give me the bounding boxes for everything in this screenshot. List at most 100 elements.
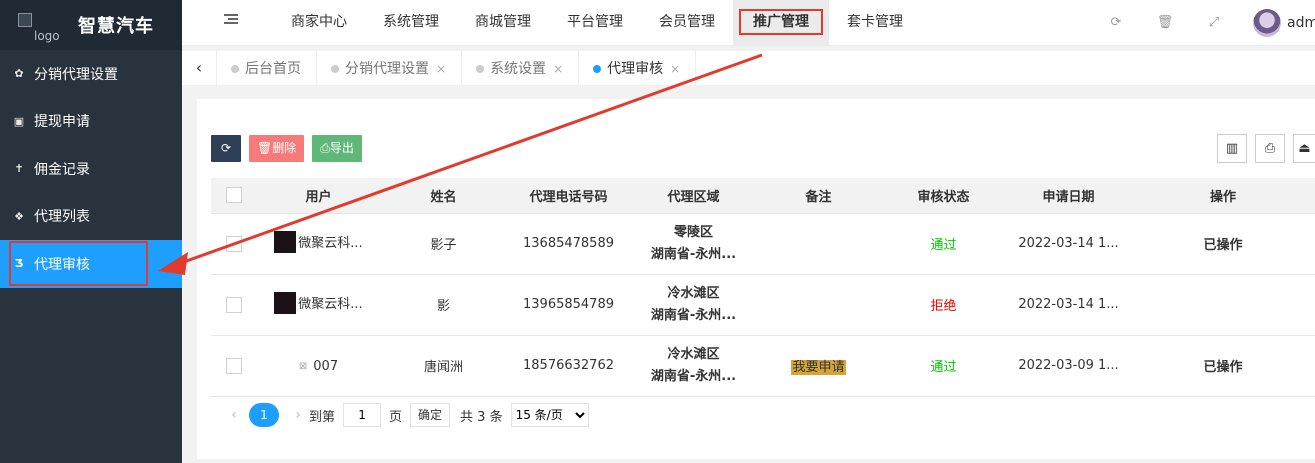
- user-cell: ⊠ 007: [256, 335, 381, 397]
- close-icon[interactable]: ×: [553, 52, 563, 86]
- tab-home[interactable]: 后台首页: [217, 51, 317, 86]
- tab-distribution-settings[interactable]: 分销代理设置 ×: [317, 51, 463, 86]
- page-size-select[interactable]: 15 条/页: [510, 403, 589, 427]
- menu-toggle-icon[interactable]: [224, 14, 238, 26]
- remark-cell: [756, 213, 881, 275]
- region-district: 零陵区: [673, 224, 713, 240]
- print-icon[interactable]: ⎙: [1255, 134, 1285, 163]
- tab-agent-review[interactable]: 代理审核 ×: [579, 51, 697, 86]
- sidebar-menu: ✿ 分销代理设置 ▣ 提现申请 ✝ 佣金记录 ❖ 代理列表 Ʒ 代理审核: [0, 50, 182, 288]
- trash-icon[interactable]: 🗑: [1155, 13, 1175, 33]
- next-page-icon[interactable]: ›: [287, 407, 309, 423]
- remark-cell: [756, 274, 881, 336]
- row-checkbox[interactable]: [225, 296, 242, 313]
- user-avatar: [274, 230, 297, 253]
- logo-image: logo: [18, 9, 68, 43]
- region-province: 湖南省-永州...: [650, 307, 737, 323]
- tab-system-settings[interactable]: 系统设置 ×: [462, 51, 580, 86]
- page-tabs: ‹ 后台首页 分销代理设置 × 系统设置 × 代理审核 ×: [182, 51, 1315, 86]
- avatar[interactable]: [1253, 9, 1281, 37]
- broken-image-icon: ⊠: [298, 360, 308, 372]
- user-cell: 微聚云科...: [256, 274, 381, 336]
- sidebar-item-label: 提现申请: [34, 114, 90, 131]
- table-row: 微聚云科... 影 13965854789 冷水滩区 湖南省-永州... 拒绝 2…: [211, 274, 1315, 336]
- tabs-prev-button[interactable]: ‹: [182, 51, 217, 86]
- nav-member-management[interactable]: 会员管理: [641, 0, 733, 46]
- operation-cell: [1131, 274, 1315, 336]
- region-cell: 冷水滩区湖南省-永州...: [631, 274, 756, 336]
- username[interactable]: admin: [1287, 15, 1315, 31]
- region-district: 冷水滩区: [667, 285, 720, 301]
- brand-title: 智慧汽车: [78, 16, 154, 37]
- sidebar-item-withdraw[interactable]: ▣ 提现申请: [0, 98, 182, 146]
- date-cell: 2022-03-14 1...: [1006, 274, 1131, 336]
- close-icon[interactable]: ×: [436, 52, 446, 86]
- remark-cell: 我要申请: [756, 335, 881, 397]
- phone-cell: 18576632762: [506, 335, 631, 397]
- nav-card-management[interactable]: 套卡管理: [829, 0, 921, 46]
- columns-icon[interactable]: ▥: [1217, 134, 1247, 163]
- users-icon: ❖: [14, 209, 24, 223]
- content-card: ⟳ 🗑删除 ⎙导出 ▥ ⎙ ⏏ 用户 姓名 代理电话号码 代理区域 备注 审核状…: [197, 99, 1315, 459]
- refresh-icon[interactable]: ⟳: [1106, 13, 1126, 33]
- sidebar-item-distribution-settings[interactable]: ✿ 分销代理设置: [0, 50, 182, 98]
- select-all-checkbox[interactable]: [225, 187, 242, 204]
- user-cell: 微聚云科...: [256, 213, 381, 275]
- sidebar-item-agent-list[interactable]: ❖ 代理列表: [0, 193, 182, 241]
- export-table-icon[interactable]: ⏏: [1293, 134, 1315, 163]
- operation-label: 已操作: [1203, 238, 1243, 253]
- nav-promotion-management[interactable]: 推广管理: [733, 0, 829, 46]
- goto-confirm-button[interactable]: 确定: [410, 403, 451, 427]
- prev-page-icon[interactable]: ‹: [223, 407, 245, 423]
- tab-label: 后台首页: [245, 60, 301, 77]
- status-cell: 拒绝: [881, 274, 1006, 336]
- table-row: ⊠ 007 唐闻洲 18576632762 冷水滩区 湖南省-永州... 我要申请 …: [211, 335, 1315, 397]
- user-name: 007: [313, 358, 339, 374]
- html5-icon: Ʒ: [14, 257, 24, 271]
- top-nav: 商家中心 系统管理 商城管理 平台管理 会员管理 推广管理 套卡管理: [273, 0, 921, 46]
- nav-merchant-center[interactable]: 商家中心: [273, 0, 365, 46]
- logo-alt-text: logo: [34, 29, 60, 43]
- row-checkbox[interactable]: [225, 235, 242, 252]
- current-page[interactable]: 1: [249, 403, 279, 427]
- column-header: 审核状态: [881, 178, 1006, 214]
- region-cell: 零陵区湖南省-永州...: [631, 213, 756, 275]
- operation-cell: 已操作: [1131, 335, 1315, 397]
- tab-label: 代理审核: [607, 60, 664, 77]
- nav-mall-management[interactable]: 商城管理: [457, 0, 549, 46]
- refresh-button[interactable]: ⟳: [211, 135, 241, 162]
- user-avatar: [274, 291, 297, 314]
- column-header: 操作: [1131, 178, 1315, 214]
- header-tools: ⟳ 🗑 ⤢ admin: [1106, 0, 1315, 46]
- nav-platform-management[interactable]: 平台管理: [549, 0, 641, 46]
- name-cell: 影子: [381, 213, 506, 275]
- sidebar-item-label: 代理列表: [34, 209, 90, 226]
- nav-system-management[interactable]: 系统管理: [365, 0, 457, 46]
- column-header: 姓名: [381, 178, 506, 214]
- region-district: 冷水滩区: [667, 346, 720, 362]
- sidebar-item-label: 分销代理设置: [34, 66, 118, 83]
- goto-page-input[interactable]: [343, 403, 382, 427]
- sidebar-item-agent-review[interactable]: Ʒ 代理审核: [0, 240, 182, 288]
- date-cell: 2022-03-09 1...: [1006, 335, 1131, 397]
- close-icon[interactable]: ×: [670, 52, 680, 86]
- status-cell: 通过: [881, 335, 1006, 397]
- table-tools: ▥ ⎙ ⏏: [1209, 134, 1315, 163]
- table-header-row: 用户 姓名 代理电话号码 代理区域 备注 审核状态 申请日期 操作: [211, 178, 1315, 214]
- money-icon: ▣: [13, 114, 25, 128]
- goto-prefix: 到第: [309, 409, 336, 425]
- fullscreen-icon[interactable]: ⤢: [1204, 13, 1224, 33]
- column-header: 申请日期: [1006, 178, 1131, 214]
- goto-suffix: 页: [389, 409, 403, 425]
- region-province: 湖南省-永州...: [650, 246, 737, 262]
- name-cell: 影: [381, 274, 506, 336]
- sidebar-item-commission[interactable]: ✝ 佣金记录: [0, 145, 182, 193]
- row-checkbox-cell: [211, 335, 256, 397]
- export-button[interactable]: ⎙导出: [312, 135, 362, 162]
- total-count: 共 3 条: [460, 409, 503, 425]
- row-checkbox[interactable]: [225, 357, 242, 374]
- operation-label: 已操作: [1203, 360, 1243, 375]
- delete-button[interactable]: 🗑删除: [249, 135, 305, 162]
- row-checkbox-cell: [211, 274, 256, 336]
- broken-image-icon: [18, 13, 32, 27]
